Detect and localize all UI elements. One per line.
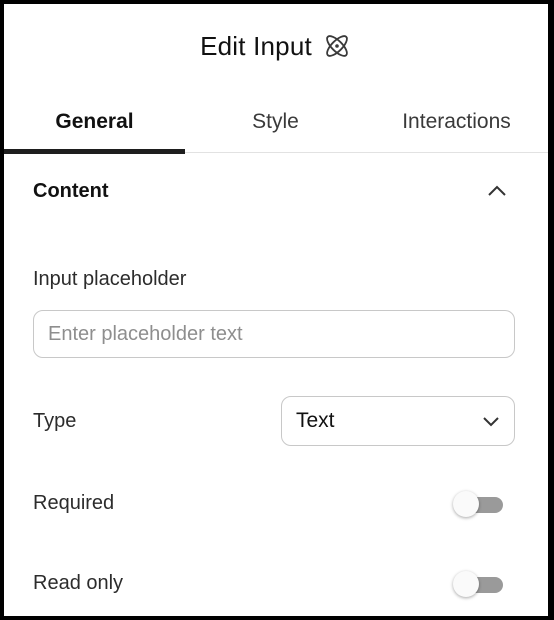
atom-icon — [322, 31, 352, 61]
required-toggle[interactable] — [453, 490, 505, 518]
chevron-down-icon — [482, 416, 500, 427]
toggle-thumb — [453, 571, 479, 597]
toggle-thumb — [453, 491, 479, 517]
type-select-value: Text — [296, 409, 335, 432]
edit-input-panel: Edit Input General Style Interactions Co… — [4, 4, 548, 616]
section-title: Content — [33, 179, 109, 202]
content-section-header[interactable]: Content — [33, 176, 519, 206]
read-only-label: Read only — [33, 572, 124, 594]
type-label: Type — [33, 410, 77, 432]
required-label: Required — [33, 492, 115, 514]
panel-title: Edit Input — [200, 30, 312, 61]
panel-header: Edit Input — [4, 4, 548, 88]
placeholder-label: Input placeholder — [33, 268, 187, 290]
tab-general[interactable]: General — [4, 104, 185, 154]
type-select[interactable]: Text — [281, 396, 515, 446]
tab-style[interactable]: Style — [185, 104, 366, 152]
tab-interactions[interactable]: Interactions — [366, 104, 547, 152]
chevron-up-icon[interactable] — [485, 179, 509, 203]
placeholder-input[interactable] — [33, 310, 515, 358]
tab-bar: General Style Interactions — [4, 104, 548, 154]
read-only-toggle[interactable] — [453, 570, 505, 598]
